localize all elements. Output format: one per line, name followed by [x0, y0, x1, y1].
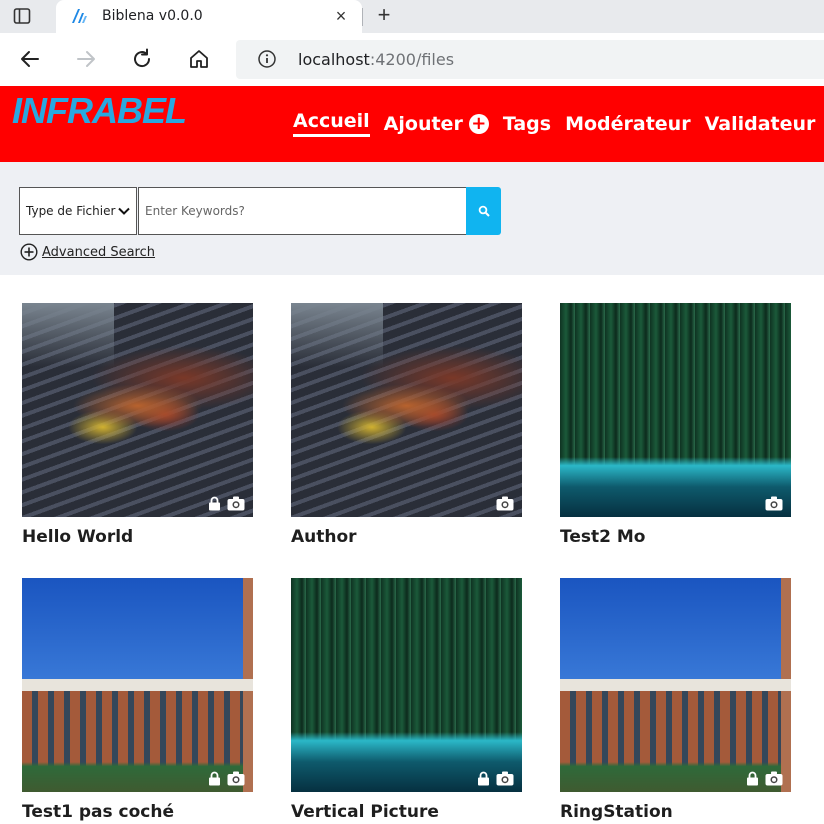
nav-accueil[interactable]: Accueil [293, 110, 370, 137]
browser-toolbar: localhost:4200/files [0, 33, 824, 86]
camera-icon [765, 496, 783, 511]
forward-arrow-icon[interactable] [72, 45, 100, 73]
browser-tab-bar: Biblena v0.0.0 × + [0, 0, 824, 33]
file-card[interactable]: RingStation [560, 578, 791, 822]
search-icon [478, 205, 490, 217]
add-circle-icon: + [468, 113, 489, 134]
file-badges [746, 771, 783, 786]
file-card[interactable]: Author [291, 303, 522, 547]
tab-close-icon[interactable]: × [332, 7, 350, 25]
app-header: INFRABEL Accueil Ajouter + Tags Modérateu… [0, 86, 824, 162]
back-arrow-icon[interactable] [16, 45, 44, 73]
file-badges [496, 496, 514, 511]
main-nav: Accueil Ajouter + Tags Modérateur Validat… [293, 110, 815, 137]
lock-icon [478, 771, 489, 786]
url-path: :4200/files [369, 50, 455, 69]
nav-moderateur[interactable]: Modérateur [565, 110, 691, 137]
file-badges [765, 496, 783, 511]
nav-validateur[interactable]: Validateur [705, 110, 816, 137]
reload-icon[interactable] [128, 45, 156, 73]
building-thumbnail[interactable] [22, 578, 253, 792]
file-title[interactable]: Author [291, 527, 522, 547]
infrabel-logo[interactable]: INFRABEL [12, 90, 187, 132]
building-tower [243, 578, 253, 792]
address-bar[interactable]: localhost:4200/files [236, 40, 824, 79]
file-title[interactable]: Test2 Mo [560, 527, 791, 547]
advanced-search-label: Advanced Search [42, 244, 156, 260]
home-icon[interactable] [185, 45, 213, 73]
forest-thumbnail[interactable] [560, 303, 791, 517]
bbq-thumbnail[interactable] [22, 303, 253, 517]
search-button[interactable] [466, 187, 501, 235]
camera-icon [227, 771, 245, 786]
browser-tab[interactable]: Biblena v0.0.0 × [56, 0, 362, 33]
lock-icon [747, 771, 758, 786]
building-tower [781, 578, 791, 792]
tab-separator [362, 8, 363, 26]
forest-thumbnail[interactable] [291, 578, 522, 792]
sidebar-toggle-icon[interactable] [8, 4, 36, 28]
nav-label: Ajouter [383, 112, 463, 135]
nav-label: Validateur [704, 112, 816, 135]
new-tab-icon[interactable]: + [372, 4, 396, 28]
camera-icon [227, 496, 245, 511]
app-favicon-icon [70, 8, 88, 24]
tab-title: Biblena v0.0.0 [102, 8, 203, 24]
file-badges [208, 496, 245, 511]
file-title[interactable]: Test1 pas coché [22, 802, 253, 822]
site-info-icon[interactable] [258, 50, 276, 68]
keywords-input[interactable] [138, 187, 467, 235]
camera-icon [496, 496, 514, 511]
nav-label: Modérateur [565, 112, 691, 135]
file-card[interactable]: Test2 Mo [560, 303, 791, 547]
plus-circle-icon [20, 243, 38, 261]
bbq-thumbnail[interactable] [291, 303, 522, 517]
lock-icon [209, 496, 220, 511]
lock-icon [209, 771, 220, 786]
building-thumbnail[interactable] [560, 578, 791, 792]
file-type-label: Type de Fichier [26, 204, 116, 218]
file-card[interactable]: Hello World [22, 303, 253, 547]
chevron-down-icon [118, 207, 130, 215]
file-badges [477, 771, 514, 786]
camera-icon [496, 771, 514, 786]
nav-label: Tags [502, 112, 552, 135]
nav-ajouter[interactable]: Ajouter + [384, 110, 489, 137]
url-host: localhost [298, 50, 370, 69]
camera-icon [765, 771, 783, 786]
file-title[interactable]: RingStation [560, 802, 791, 822]
file-badges [208, 771, 245, 786]
nav-tags[interactable]: Tags [503, 110, 551, 137]
file-title[interactable]: Hello World [22, 527, 253, 547]
advanced-search-link[interactable]: Advanced Search [20, 243, 155, 261]
nav-label: Accueil [293, 110, 370, 132]
file-type-select[interactable]: Type de Fichier [19, 187, 137, 235]
file-title[interactable]: Vertical Picture [291, 802, 522, 822]
url-text[interactable]: localhost:4200/files [298, 50, 454, 69]
file-card[interactable]: Test1 pas coché [22, 578, 253, 822]
file-card[interactable]: Vertical Picture [291, 578, 522, 822]
search-section: Type de Fichier Advanced Search [0, 162, 824, 275]
